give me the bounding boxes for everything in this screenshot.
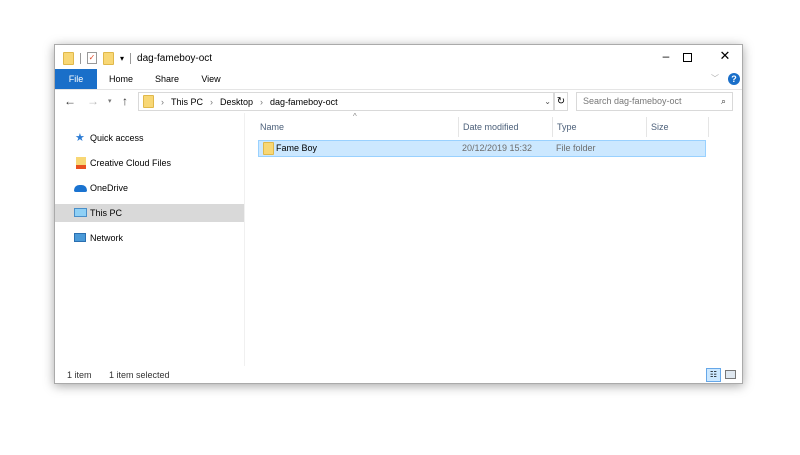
sidebar-item-network[interactable]: Network xyxy=(55,229,244,247)
file-date-modified: 20/12/2019 15:32 xyxy=(462,143,533,153)
folder-icon xyxy=(143,95,154,108)
sidebar-item-creative-cloud-files[interactable]: Creative Cloud Files xyxy=(55,154,244,172)
sidebar-item-onedrive[interactable]: OneDrive xyxy=(55,179,244,197)
sidebar-item-label: This PC xyxy=(90,208,123,218)
file-type: File folder xyxy=(556,143,596,153)
forward-button[interactable]: → xyxy=(87,94,99,108)
minimize-button[interactable]: – xyxy=(651,49,681,65)
quick-access-toolbar: ✓ ▾ dag-fameboy-oct xyxy=(63,51,212,65)
sidebar-item-label: Network xyxy=(90,233,124,243)
folder-icon xyxy=(263,142,274,155)
column-header-date-modified[interactable]: Date modified xyxy=(459,117,553,137)
column-header-type[interactable]: Type xyxy=(553,117,647,137)
tab-view[interactable]: View xyxy=(193,69,229,89)
details-view-button[interactable]: ☷ xyxy=(706,368,721,382)
status-selected-count: 1 item selected xyxy=(109,370,170,380)
tab-home[interactable]: Home xyxy=(103,69,139,89)
breadcrumb-desktop[interactable]: Desktop xyxy=(220,97,253,107)
search-icon: ⌕ xyxy=(720,96,726,106)
expand-ribbon-icon[interactable]: ﹀ xyxy=(711,73,719,84)
refresh-button[interactable]: ↻ xyxy=(554,92,568,111)
file-explorer-window: ✓ ▾ dag-fameboy-oct – ✕ File Home Share … xyxy=(54,44,743,384)
sidebar-item-this-pc[interactable]: This PC xyxy=(55,204,244,222)
status-item-count: 1 item xyxy=(67,370,92,380)
back-button[interactable]: ← xyxy=(64,94,76,108)
address-bar[interactable]: › This PC › Desktop › dag-fameboy-oct ⌄ xyxy=(138,92,554,111)
customize-toolbar-icon[interactable]: ▾ xyxy=(120,54,124,63)
maximize-button[interactable] xyxy=(683,53,692,62)
divider xyxy=(55,89,742,90)
recent-locations-button[interactable]: ▾ xyxy=(108,97,112,105)
status-bar: 1 item 1 item selected ☷ xyxy=(55,366,742,384)
star-icon: ★ xyxy=(75,132,85,144)
breadcrumb-this-pc[interactable]: This PC xyxy=(171,97,203,107)
search-input[interactable]: Search dag-fameboy-oct ⌕ xyxy=(576,92,733,111)
chevron-right-icon: › xyxy=(260,96,264,107)
column-header-size[interactable]: Size xyxy=(647,117,709,137)
tab-file[interactable]: File xyxy=(55,69,97,89)
creative-cloud-icon xyxy=(76,157,86,169)
close-button[interactable]: ✕ xyxy=(715,48,735,64)
new-folder-icon[interactable] xyxy=(103,51,114,65)
sidebar-item-label: Creative Cloud Files xyxy=(90,158,172,168)
sidebar-item-label: Quick access xyxy=(90,133,144,143)
navigation-pane: ★ Quick access Creative Cloud Files OneDr… xyxy=(55,113,245,366)
help-icon[interactable]: ? xyxy=(728,73,740,85)
chevron-right-icon: › xyxy=(210,96,214,107)
search-placeholder: Search dag-fameboy-oct xyxy=(583,96,682,106)
column-header-name[interactable]: Name xyxy=(256,117,459,137)
large-icons-view-button[interactable] xyxy=(725,370,736,379)
address-dropdown-icon[interactable]: ⌄ xyxy=(544,97,551,106)
breadcrumb-current[interactable]: dag-fameboy-oct xyxy=(270,97,338,107)
folder-icon xyxy=(63,51,74,65)
cloud-icon xyxy=(74,185,87,192)
monitor-icon xyxy=(74,208,87,217)
chevron-right-icon: › xyxy=(161,96,164,107)
up-button[interactable]: ↑ xyxy=(122,94,128,108)
file-row[interactable]: Fame Boy 20/12/2019 15:32 File folder xyxy=(258,140,706,157)
divider xyxy=(80,52,81,64)
properties-icon[interactable]: ✓ xyxy=(87,52,97,64)
sidebar-item-quick-access[interactable]: ★ Quick access xyxy=(55,129,244,147)
divider xyxy=(130,52,132,64)
window-title: dag-fameboy-oct xyxy=(137,52,213,64)
file-name: Fame Boy xyxy=(276,143,318,153)
network-icon xyxy=(74,233,86,242)
tab-share[interactable]: Share xyxy=(147,69,187,89)
sidebar-item-label: OneDrive xyxy=(90,183,129,193)
